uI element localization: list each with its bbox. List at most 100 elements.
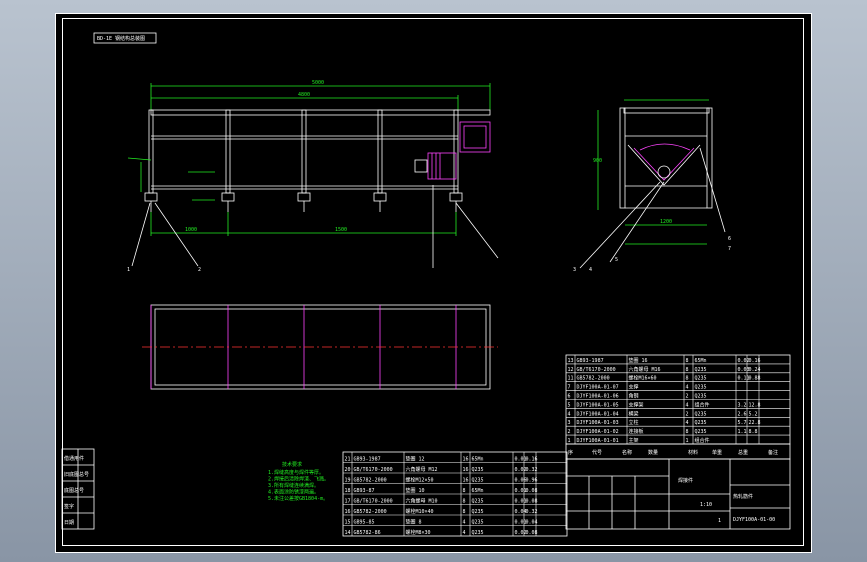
bom-upper-cell: 1 xyxy=(568,438,571,444)
bom-upper-cell: 支撑 xyxy=(629,384,639,391)
bom-upper-cell: 2 xyxy=(686,411,689,417)
bom-upper-cell: Q235 xyxy=(695,411,707,417)
bom-upper-cell: 8 xyxy=(686,358,689,364)
bom-upper-cell: Q235 xyxy=(695,376,707,382)
note-line: 5.未注公差按GB1804-m。 xyxy=(268,495,328,502)
bom-lower-cell: 0.16 xyxy=(526,457,538,463)
bom-upper-cell: 垫圈 16 xyxy=(629,357,648,364)
bom-header-label: 数量 xyxy=(648,449,658,456)
bom-header-label: 材料 xyxy=(688,449,698,456)
bom-upper-cell: 支撑架 xyxy=(629,401,644,408)
callouts: 1 2 3 4 5 6 7 xyxy=(127,236,731,273)
dim-bay-1: 1000 xyxy=(185,227,197,233)
bom-upper-cell: 1.1 xyxy=(738,429,747,435)
title-part-name: 焊接件 xyxy=(678,477,693,484)
bom-lower-cell: 垫圈 10 xyxy=(406,487,425,494)
bom-upper-cell: 5 xyxy=(568,402,571,408)
bom-upper-cell: 0.88 xyxy=(749,376,761,382)
bom-lower-cell: Q235 xyxy=(472,509,484,515)
bom-header-label: 总重 xyxy=(738,449,748,456)
callout-1: 1 xyxy=(127,267,130,273)
bom-upper-cell: 2 xyxy=(686,394,689,400)
note-line: 4.表面涂防锈漆两遍。 xyxy=(268,489,319,496)
bom-lower-cell: 20 xyxy=(345,467,351,473)
bom-upper-cell: GB93-1987 xyxy=(577,358,604,364)
bom-lower-cell: 0.32 xyxy=(526,467,538,473)
bom-upper-cell: 8 xyxy=(686,376,689,382)
bom-lower-cell: GB5782-2000 xyxy=(354,509,387,515)
bom-upper-cell: 角钢 xyxy=(629,393,639,400)
bom-lower-cell: 8 xyxy=(463,499,466,505)
bom-lower-cell: 六角螺母 M10 xyxy=(406,498,438,505)
bom-lower-cell: 4 xyxy=(463,520,466,526)
bom-upper-cell: Q235 xyxy=(695,367,707,373)
bom-lower-cell: GB/T6170-2000 xyxy=(354,467,393,473)
bom-lower-cell: GB/T6170-2000 xyxy=(354,499,393,505)
bom-upper-table: 13 GB93-1987 垫圈 16 8 65Mn 0.020.1612 GB/T6170-… xyxy=(565,354,791,445)
view-label-box: BD-1E 钢结构总装图 xyxy=(93,32,157,44)
title-sheet: 1 xyxy=(718,518,721,524)
bom-upper-cell: 六角螺母 M16 xyxy=(629,366,661,373)
bom-upper-cell: DJYF100A-01-04 xyxy=(577,411,619,417)
bom-upper-cell: 3.2 xyxy=(738,402,747,408)
bom-upper-cell: DJYF100A-01-02 xyxy=(577,429,619,435)
bom-upper-cell: 12 xyxy=(568,367,574,373)
bom-lower-cell: 螺栓M10×40 xyxy=(406,508,434,515)
bom-lower-cell: GB93-1987 xyxy=(354,457,381,463)
dim-side-height: 900 xyxy=(593,158,602,164)
bom-upper-cell: 8 xyxy=(686,429,689,435)
bom-upper-cell: 组合件 xyxy=(695,437,710,444)
front-view: 5000 4800 1000 1500 xyxy=(127,80,499,268)
bom-lower-cell: GB93-87 xyxy=(354,488,375,494)
bom-upper-cell: 螺栓M16×60 xyxy=(629,375,657,382)
bom-upper-cell: 主架 xyxy=(629,437,639,444)
bom-upper-cell: 4 xyxy=(686,420,689,426)
bom-upper-cell: GB5782-2000 xyxy=(577,376,610,382)
bom-lower-cell: 0.04 xyxy=(526,520,538,526)
bom-lower-cell: GB5782-86 xyxy=(354,530,381,536)
bom-lower-cell: Q235 xyxy=(472,467,484,473)
bom-upper-cell: 组合件 xyxy=(695,401,710,408)
bom-header-labels: 序 代号 名称 数量 材料 单重 总重 备注 xyxy=(568,449,778,456)
bom-lower-cell: Q235 xyxy=(472,520,484,526)
technical-notes: 1.焊缝高度与焊件等厚。2.焊接后清除焊渣、飞溅。3.所有焊缝连续满焊。4.表面… xyxy=(268,469,329,502)
bom-lower-cell: 16 xyxy=(345,509,351,515)
bom-upper-cell: 6 xyxy=(568,394,571,400)
bom-upper-cell: 立柱 xyxy=(629,419,639,426)
callout-3: 3 xyxy=(573,267,576,273)
bom-upper-cell: 1 xyxy=(686,438,689,444)
bom-lower-cell: 8 xyxy=(463,488,466,494)
bom-upper-cell: 2 xyxy=(568,429,571,435)
bom-lower-cell: Q235 xyxy=(472,478,484,484)
bom-lower-cell: GB95-85 xyxy=(354,520,375,526)
bom-upper-cell: Q235 xyxy=(695,385,707,391)
bom-upper-cell: 4 xyxy=(568,411,571,417)
bom-upper-cell: 65Mn xyxy=(695,358,707,364)
note-line: 1.焊缝高度与焊件等厚。 xyxy=(268,469,324,476)
bom-lower-cell: Q235 xyxy=(472,530,484,536)
callout-2: 2 xyxy=(198,267,201,273)
bom-header-label: 单重 xyxy=(712,449,722,456)
bom-lower-cell: 螺栓M8×30 xyxy=(406,529,431,536)
bom-lower-cell: 19 xyxy=(345,478,351,484)
bom-lower-cell: 0.96 xyxy=(526,478,538,484)
bom-lower-cell: 16 xyxy=(463,457,469,463)
bom-upper-cell: 12.8 xyxy=(749,402,761,408)
strip-3: 底图总号 xyxy=(64,487,84,494)
bom-lower-cell: 螺栓M12×50 xyxy=(406,477,434,484)
bom-upper-cell: Q235 xyxy=(695,420,707,426)
strip-1: 借通用件 xyxy=(64,455,84,462)
bom-upper-cell: 11 xyxy=(568,376,574,382)
bom-upper-cell: Q235 xyxy=(695,394,707,400)
dim-bay-2: 1500 xyxy=(335,227,347,233)
bom-upper-cell: DJYF100A-01-06 xyxy=(577,394,619,400)
bom-upper-cell: 5.7 xyxy=(738,420,747,426)
bom-header-label: 序 xyxy=(568,449,573,456)
bom-lower-cell: 8 xyxy=(463,509,466,515)
bom-upper-cell: 22.8 xyxy=(749,420,761,426)
bom-upper-cell: Q235 xyxy=(695,429,707,435)
bom-lower-table: 21 GB93-1987 垫圈 12 16 65Mn 0.010.1620 GB/T6170… xyxy=(342,451,568,537)
callout-7: 7 xyxy=(728,246,731,252)
bom-upper-cell: 4 xyxy=(686,385,689,391)
bom-upper-cell: 0.24 xyxy=(749,367,761,373)
